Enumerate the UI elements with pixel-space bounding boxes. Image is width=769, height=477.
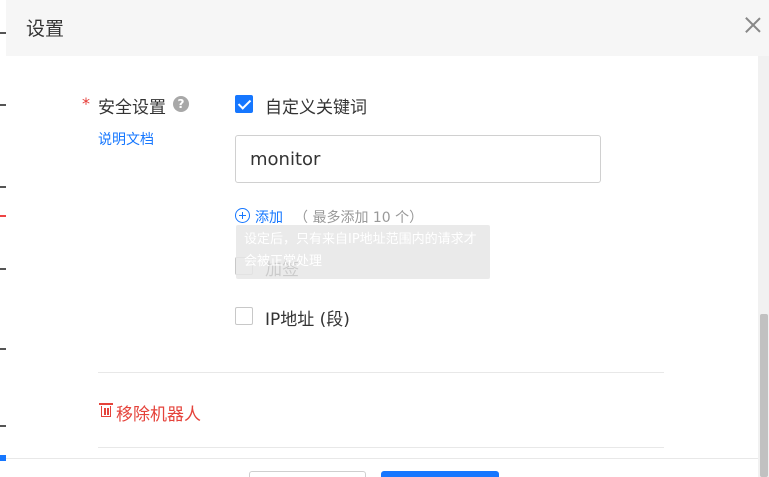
custom-keyword-checkbox[interactable] [235,95,253,113]
ip-address-checkbox[interactable] [235,307,253,325]
required-mark: * [82,94,90,113]
divider [98,372,664,373]
scrollbar-thumb[interactable] [760,314,768,477]
ip-tooltip: 设定后，只有来自IP地址范围内的请求才会被正常处理 [236,225,490,279]
add-limit-hint: （ 最多添加 10 个） [294,210,424,226]
close-icon[interactable] [742,14,764,36]
dialog-title: 设置 [26,18,65,40]
add-circle-icon[interactable] [235,208,250,223]
footer-divider [6,458,758,459]
documentation-link[interactable]: 说明文档 [98,129,154,149]
cancel-button[interactable] [249,471,366,477]
settings-dialog: 设置 * 安全设置 ? 说明文档 自定义关键词 添加 （ 最多添加 10 个） … [6,0,769,477]
security-settings-label: 安全设置 [98,98,166,118]
dialog-header: 设置 [6,0,769,56]
custom-keyword-label[interactable]: 自定义关键词 [265,93,367,118]
confirm-button[interactable] [381,471,499,477]
add-keyword-link[interactable]: 添加 [255,207,283,227]
remove-robot-button[interactable]: 移除机器人 [116,400,201,425]
trash-icon[interactable] [99,403,113,418]
divider [98,447,664,448]
help-icon[interactable]: ? [173,96,189,112]
tooltip-text: 设定后，只有来自IP地址范围内的请求才会被正常处理 [244,232,477,269]
keyword-input[interactable] [235,135,601,183]
ip-address-label[interactable]: IP地址 (段) [265,305,350,330]
